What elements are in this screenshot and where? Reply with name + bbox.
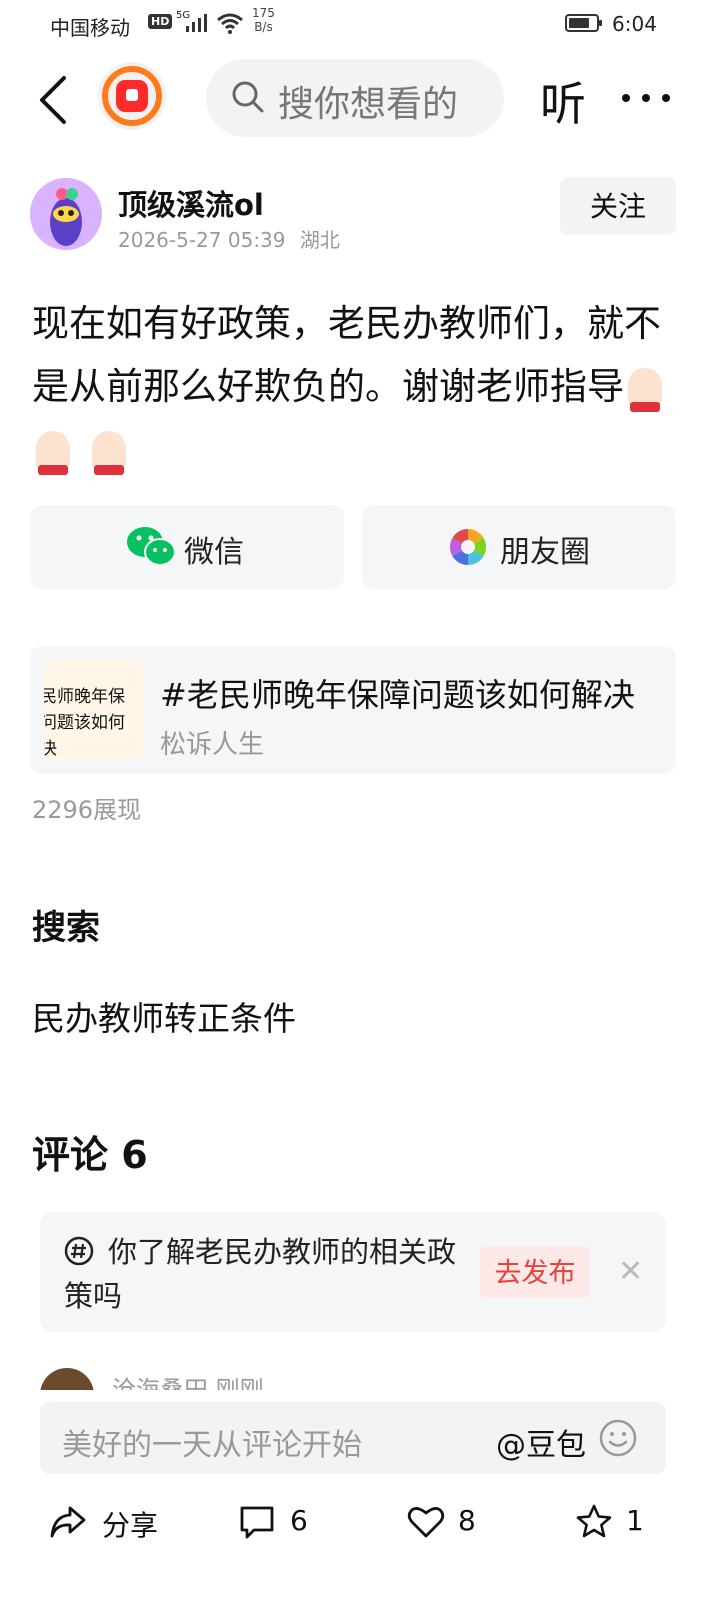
avatar-illustration — [30, 178, 102, 250]
topic-title: #老民师晚年保障问题该如何解决 — [160, 676, 635, 714]
like-count: 8 — [458, 1504, 476, 1537]
net-speed-value: 175 — [252, 6, 275, 20]
star-icon — [576, 1504, 612, 1538]
pray-emoji-icon — [32, 429, 74, 475]
heart-icon — [407, 1507, 445, 1538]
mention-doubao-button[interactable]: @豆包 — [496, 1420, 586, 1464]
wifi-icon — [217, 13, 243, 34]
author-name[interactable]: 顶级溪流ol — [118, 182, 264, 224]
search-icon — [232, 81, 264, 113]
clock: 6:04 — [612, 12, 657, 36]
share-wechat-button[interactable]: 微信 — [30, 505, 344, 589]
post-body: 现在如有好政策，老民办教师们，就不是从前那么好欺负的。谢谢老师指导 — [32, 292, 682, 481]
search-section-heading: 搜索 — [32, 908, 100, 948]
post-meta: 2026-5-27 05:39 湖北 — [118, 224, 340, 253]
comments-heading: 评论 6 — [32, 1133, 148, 1177]
share-moments-button[interactable]: 朋友圈 — [362, 505, 676, 589]
favorite-button[interactable]: 1 — [574, 1500, 654, 1544]
pray-emoji-icon — [88, 429, 130, 475]
favorite-count: 1 — [626, 1504, 644, 1537]
follow-button[interactable]: 关注 — [560, 177, 676, 235]
more-icon[interactable] — [618, 78, 674, 118]
view-count: 2296展现 — [32, 796, 142, 824]
comment-input[interactable]: 美好的一天从评论开始 @豆包 — [40, 1402, 666, 1474]
author-avatar[interactable] — [30, 178, 102, 250]
publish-button[interactable]: 去发布 — [480, 1246, 590, 1298]
back-icon[interactable] — [34, 70, 74, 130]
wechat-icon — [127, 527, 176, 566]
post-timestamp: 2026-5-27 05:39 — [118, 228, 286, 252]
status-bar: 中国移动 HD 5G 175 B/s 6:04 — [0, 0, 720, 50]
listen-button[interactable]: 听 — [540, 68, 586, 134]
share-icon — [50, 1506, 86, 1538]
search-placeholder: 搜你想看的 — [278, 84, 459, 125]
comment-icon — [240, 1506, 274, 1539]
net-speed: 175 B/s — [252, 6, 275, 34]
thumb-line: 民师晚年保 — [44, 687, 125, 707]
share-button[interactable]: 分享 — [48, 1500, 168, 1544]
topic-author: 松诉人生 — [160, 730, 265, 760]
moments-icon — [449, 529, 487, 565]
comment-item[interactable]: 沧海桑田 刚刚 — [40, 1368, 640, 1390]
emoji-icon[interactable] — [598, 1418, 638, 1458]
topic-card[interactable]: 民师晚年保 问题该如何 决 #老民师晚年保障问题该如何解决 松诉人生 — [30, 646, 676, 774]
comment-count: 6 — [290, 1504, 308, 1537]
related-search-link[interactable]: 民办教师转正条件 — [32, 992, 296, 1040]
net-speed-unit: B/s — [254, 20, 273, 34]
battery-icon — [565, 14, 602, 32]
share-label: 分享 — [102, 1509, 159, 1542]
close-icon[interactable]: ✕ — [618, 1254, 643, 1289]
share-wechat-label: 微信 — [184, 536, 244, 569]
thumb-line: 决 — [44, 739, 57, 759]
comment-button[interactable]: 6 — [238, 1500, 318, 1544]
discussion-prompt-card: 你了解老民办教师的相关政策吗 去发布 ✕ — [40, 1212, 666, 1332]
prompt-question: 你了解老民办教师的相关政策吗 — [64, 1235, 457, 1313]
post-location: 湖北 — [299, 228, 340, 252]
search-box[interactable]: 搜你想看的 — [206, 59, 504, 137]
post-text: 现在如有好政策，老民办教师们，就不是从前那么好欺负的。谢谢老师指导 — [32, 302, 661, 408]
commenter-avatar — [40, 1368, 94, 1390]
share-moments-label: 朋友圈 — [500, 536, 590, 569]
pray-emoji-icon — [624, 366, 666, 412]
hd-badge: HD — [148, 14, 173, 29]
comment-placeholder: 美好的一天从评论开始 — [62, 1428, 362, 1463]
app-logo-icon[interactable] — [98, 62, 166, 130]
carrier-label: 中国移动 — [50, 16, 130, 40]
like-button[interactable]: 8 — [406, 1500, 486, 1544]
thumb-line: 问题该如何 — [44, 713, 125, 733]
topic-thumbnail: 民师晚年保 问题该如何 决 — [44, 660, 144, 760]
signal-icon — [186, 14, 207, 32]
commenter-name: 沧海桑田 刚刚 — [112, 1376, 264, 1390]
